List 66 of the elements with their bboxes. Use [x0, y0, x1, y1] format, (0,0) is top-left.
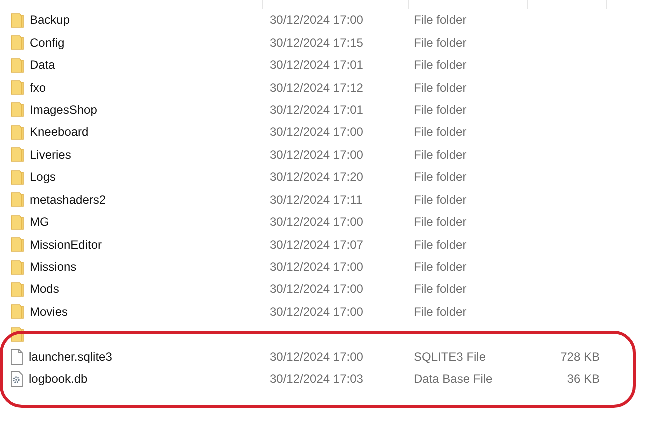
- file-type: File folder: [414, 148, 467, 162]
- file-type: File folder: [414, 304, 467, 319]
- folder-icon: [11, 12, 24, 28]
- folder-icon: [11, 147, 24, 162]
- folder-icon: [11, 260, 24, 275]
- file-name[interactable]: metashaders2: [30, 190, 106, 209]
- date-modified: 30/12/2024 17:15: [270, 36, 364, 50]
- file-size: 36 KB: [567, 371, 600, 388]
- file-name[interactable]: MG: [30, 213, 50, 232]
- date-modified: 30/12/2024 17:11: [270, 192, 363, 207]
- file-icon: [11, 348, 23, 365]
- folder-icon: [11, 102, 24, 118]
- date-modified: 30/12/2024 17:20: [270, 170, 364, 184]
- folder-icon: [11, 237, 24, 252]
- file-type: File folder: [414, 36, 467, 50]
- file-name[interactable]: Kneeboard: [30, 123, 89, 142]
- file-type: File folder: [414, 58, 467, 72]
- file-name[interactable]: Mods: [30, 280, 60, 298]
- file-name[interactable]: Liveries: [30, 146, 72, 164]
- file-type: File folder: [414, 192, 467, 207]
- file-name[interactable]: fxo: [30, 78, 46, 97]
- date-modified: 30/12/2024 17:07: [270, 238, 364, 252]
- file-size: 728 KB: [560, 348, 600, 366]
- file-name[interactable]: Logs: [30, 168, 56, 186]
- folder-icon: [11, 304, 24, 320]
- date-modified: 30/12/2024 17:00: [270, 13, 364, 28]
- date-modified: 30/12/2024 17:00: [270, 304, 364, 319]
- file-type: Data Base File: [414, 372, 493, 386]
- file-name[interactable]: Config: [30, 34, 65, 52]
- file-type: File folder: [414, 80, 467, 95]
- file-type: File folder: [414, 13, 467, 28]
- file-type: File folder: [414, 238, 467, 252]
- date-modified: 30/12/2024 17:01: [270, 102, 364, 117]
- date-modified: 30/12/2024 17:00: [270, 125, 364, 140]
- folder-icon: [11, 58, 24, 73]
- file-name[interactable]: ImagesShop: [30, 100, 98, 119]
- file-type: File folder: [414, 282, 467, 296]
- folder-icon: [11, 282, 24, 297]
- folder-icon: [11, 124, 24, 140]
- folder-icon: [11, 214, 24, 230]
- date-modified: 30/12/2024 17:00: [270, 350, 364, 364]
- file-name[interactable]: Movies: [30, 302, 68, 321]
- date-modified: 30/12/2024 17:12: [270, 80, 364, 95]
- file-type: SQLITE3 File: [414, 350, 486, 364]
- file-name[interactable]: Backup: [30, 11, 70, 30]
- file-type: File folder: [414, 102, 467, 117]
- date-modified: 30/12/2024 17:00: [270, 148, 364, 162]
- folder-icon: [11, 192, 24, 208]
- file-type: File folder: [414, 125, 467, 140]
- file-name[interactable]: logbook.db: [29, 370, 88, 388]
- date-modified: 30/12/2024 17:00: [270, 260, 364, 274]
- file-type: File folder: [414, 215, 467, 230]
- folder-icon: [11, 80, 24, 96]
- file-name[interactable]: launcher.sqlite3: [29, 348, 112, 366]
- date-modified: 30/12/2024 17:03: [270, 372, 364, 386]
- file-name[interactable]: MissionEditor: [30, 236, 102, 254]
- settings-file-icon: [11, 371, 23, 388]
- folder-icon: [11, 35, 24, 50]
- file-type: File folder: [414, 170, 467, 184]
- folder-icon: [11, 170, 24, 185]
- file-name[interactable]: Missions: [30, 258, 77, 276]
- date-modified: 30/12/2024 17:00: [270, 282, 364, 296]
- file-name[interactable]: Data: [30, 56, 56, 74]
- file-type: File folder: [414, 260, 467, 274]
- date-modified: 30/12/2024 17:00: [270, 215, 364, 230]
- date-modified: 30/12/2024 17:01: [270, 58, 364, 72]
